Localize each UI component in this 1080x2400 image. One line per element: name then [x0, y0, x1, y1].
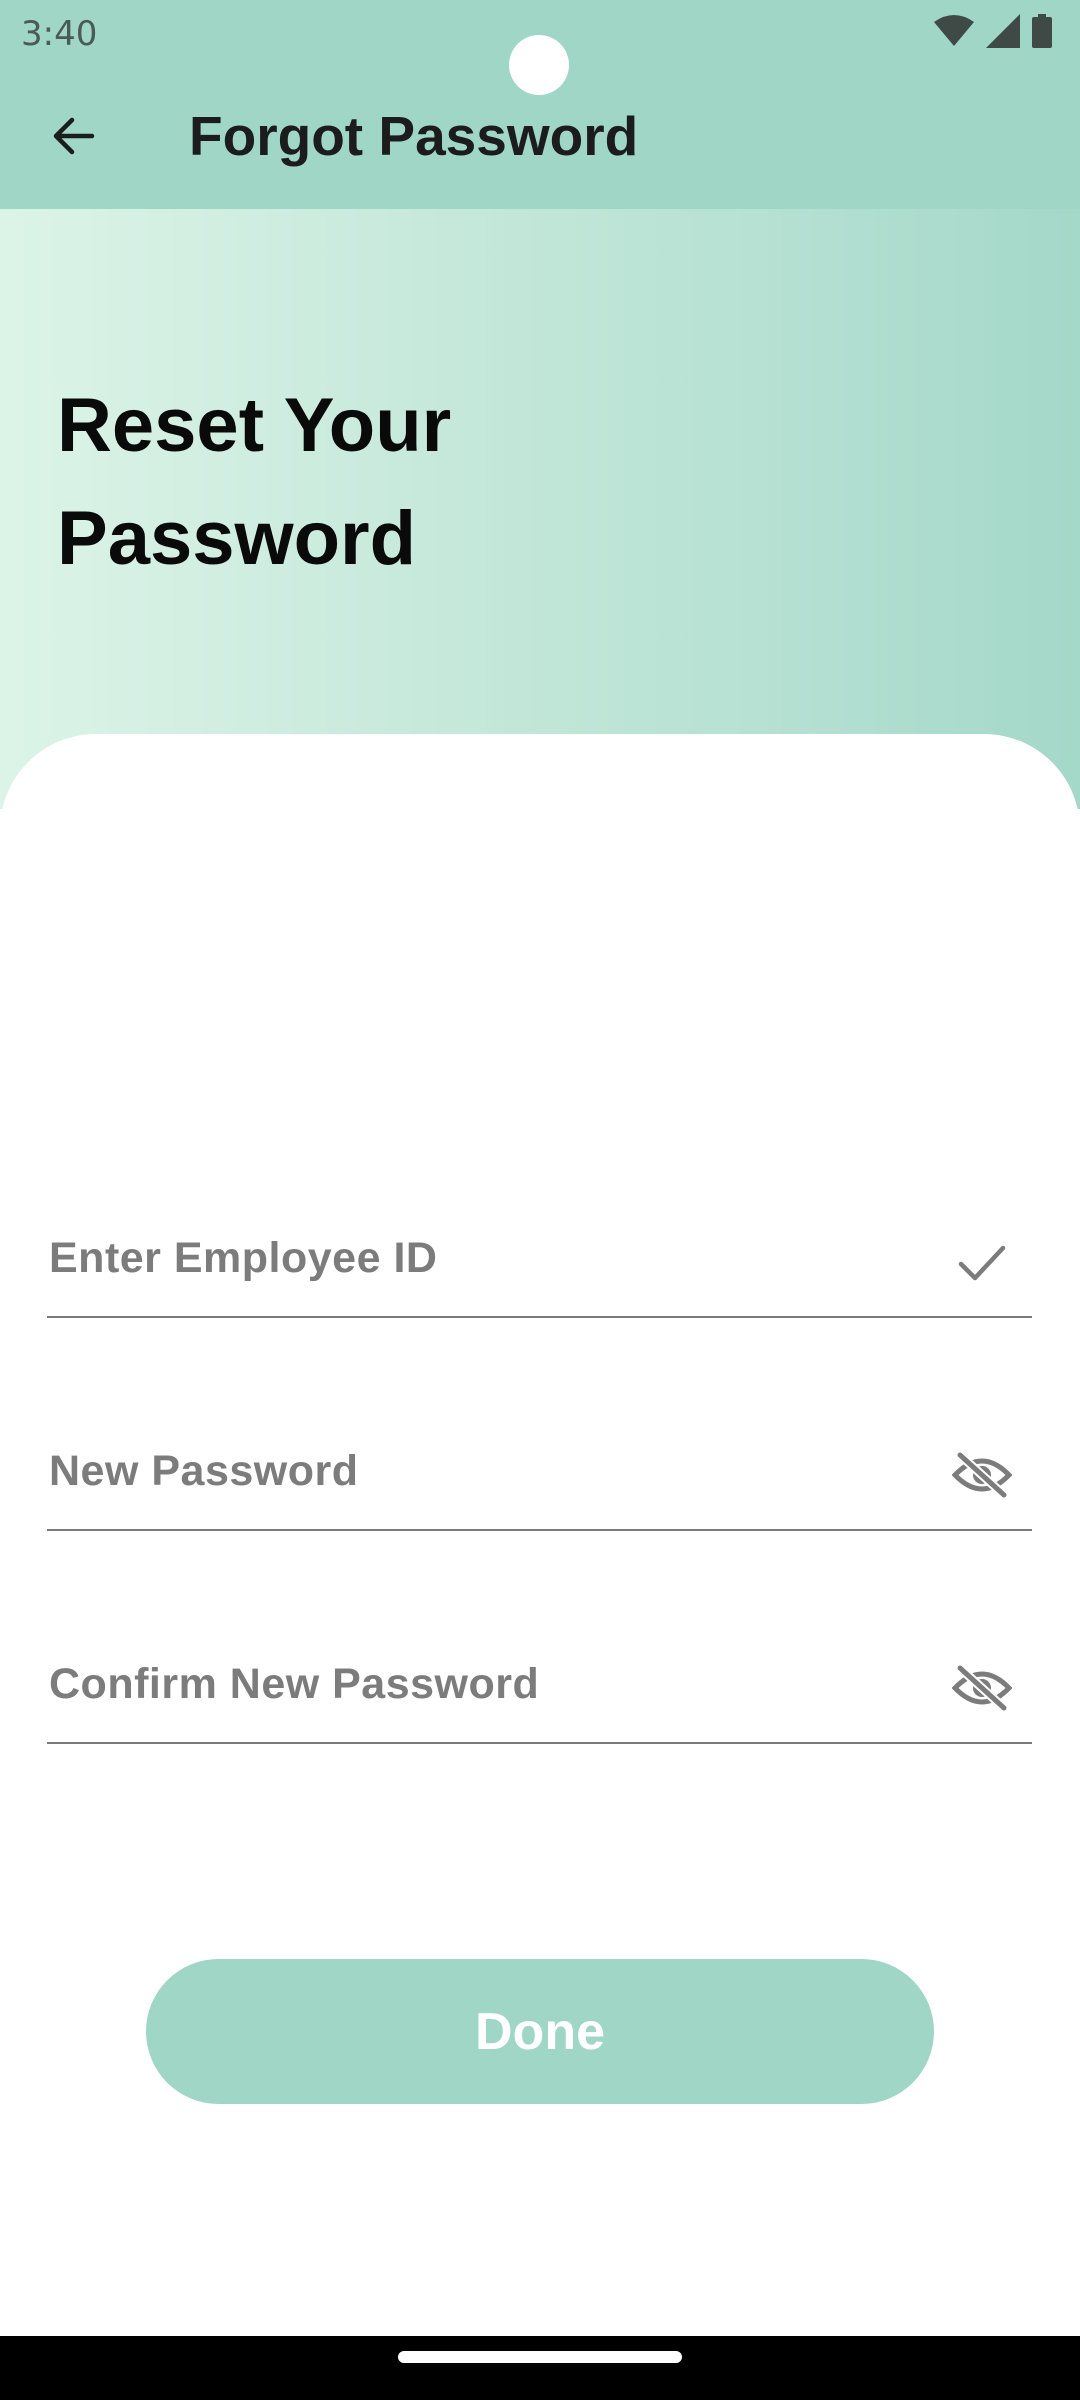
arrow-left-icon	[50, 113, 96, 164]
eye-off-icon[interactable]	[952, 1658, 1012, 1718]
eye-off-icon[interactable]	[952, 1445, 1012, 1505]
page-title: Reset Your Password	[57, 383, 452, 581]
new-password-input[interactable]	[49, 1415, 909, 1527]
status-icons	[934, 14, 1052, 48]
system-nav-bar	[0, 2336, 1080, 2400]
battery-icon	[1032, 14, 1052, 48]
confirm-password-input[interactable]	[49, 1628, 909, 1740]
employee-id-field	[47, 1202, 1032, 1318]
camera-cutout	[509, 35, 569, 95]
confirm-password-field	[47, 1628, 1032, 1744]
employee-id-input[interactable]	[49, 1202, 909, 1314]
status-time: 3:40	[21, 14, 98, 54]
check-icon	[952, 1232, 1012, 1292]
app-bar: 3:40 Forgot Password	[0, 0, 1080, 209]
back-button[interactable]	[35, 100, 111, 176]
wifi-icon	[934, 14, 974, 48]
app-bar-title: Forgot Password	[189, 105, 639, 167]
done-button[interactable]: Done	[146, 1959, 934, 2104]
new-password-field	[47, 1415, 1032, 1531]
signal-icon	[986, 14, 1020, 48]
home-indicator[interactable]	[398, 2351, 682, 2363]
hero-banner: Reset Your Password	[0, 209, 1080, 809]
